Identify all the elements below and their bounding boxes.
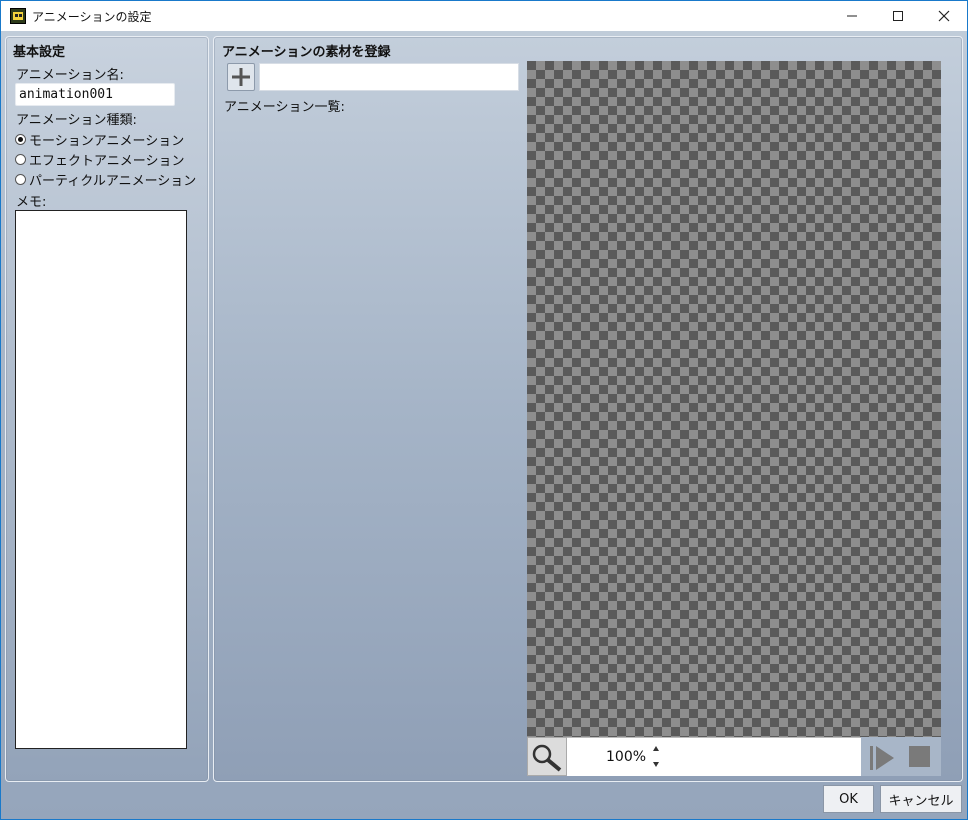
animation-name-input[interactable] (15, 83, 175, 106)
cancel-button[interactable]: キャンセル (880, 785, 962, 813)
radio-selected-icon (15, 134, 26, 145)
close-button[interactable] (921, 1, 967, 31)
radio-effect-animation[interactable]: エフェクトアニメーション (15, 150, 184, 169)
animation-type-label: アニメーション種類: (16, 113, 137, 128)
radio-motion-animation[interactable]: モーションアニメーション (15, 130, 184, 149)
radio-effect-label: エフェクトアニメーション (29, 154, 185, 169)
title-bar: アニメーションの設定 (1, 1, 967, 31)
add-asset-button[interactable] (227, 63, 255, 91)
play-icon[interactable] (868, 744, 896, 772)
window-title: アニメーションの設定 (32, 9, 152, 24)
zoom-spinner-icon[interactable] (651, 744, 661, 770)
animation-name-label: アニメーション名: (16, 68, 124, 83)
magnifier-icon (532, 744, 562, 772)
animation-preview-canvas[interactable] (527, 61, 941, 737)
radio-motion-label: モーションアニメーション (29, 134, 185, 149)
close-icon (938, 10, 950, 22)
memo-textarea[interactable] (15, 210, 187, 749)
asset-path-input[interactable] (259, 63, 519, 91)
radio-unselected-icon (15, 154, 26, 165)
zoom-value[interactable]: 100% (606, 749, 646, 765)
basic-settings-title: 基本設定 (13, 45, 66, 60)
maximize-icon (893, 11, 903, 21)
asset-panel-title: アニメーションの素材を登録 (222, 45, 391, 60)
radio-unselected-icon (15, 174, 26, 185)
ok-button[interactable]: OK (823, 785, 874, 813)
memo-label: メモ: (16, 195, 47, 210)
minimize-button[interactable] (829, 1, 875, 31)
radio-particle-animation[interactable]: パーティクルアニメーション (15, 170, 196, 189)
animation-list-label: アニメーション一覧: (224, 100, 345, 115)
app-icon (10, 8, 26, 24)
maximize-button[interactable] (875, 1, 921, 31)
minimize-icon (847, 15, 857, 17)
stop-icon[interactable] (909, 746, 930, 767)
zoom-button[interactable] (527, 737, 567, 776)
plus-icon (232, 68, 250, 86)
radio-particle-label: パーティクルアニメーション (29, 174, 197, 189)
